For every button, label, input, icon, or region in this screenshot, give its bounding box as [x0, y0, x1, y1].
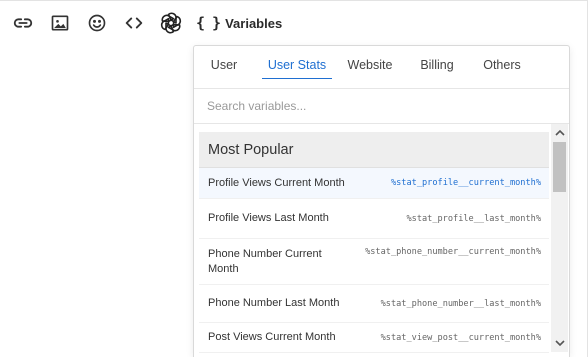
openai-icon	[160, 12, 182, 34]
editor-toolbar: { } Variables	[10, 9, 282, 37]
variable-label: Phone Number Current Month	[208, 247, 322, 275]
variable-code: %stat_profile__last_month%	[406, 213, 541, 224]
variable-label: Profile Views Last Month	[208, 212, 329, 224]
search-box	[194, 88, 569, 124]
tab-others[interactable]: Others	[482, 46, 522, 83]
variable-code: %stat_view_post__current_month%	[380, 332, 541, 343]
scroll-up-button[interactable]	[551, 124, 568, 141]
variables-tabs: User User Stats Website Billing Others	[194, 46, 569, 83]
image-icon	[51, 15, 69, 31]
variable-code: %stat_phone_number__last_month%	[380, 298, 541, 309]
search-input[interactable]	[194, 89, 569, 123]
variable-label: Post Views Current Month	[208, 331, 336, 343]
variable-row[interactable]: Phone Number Last Month %stat_phone_numb…	[199, 285, 549, 323]
tab-user[interactable]: User	[206, 46, 242, 83]
variable-row[interactable]: Profile Views Last Month %stat_profile__…	[199, 199, 549, 239]
variables-label: Variables	[225, 15, 283, 31]
emoji-button[interactable]	[84, 10, 110, 36]
scroll-down-button[interactable]	[551, 335, 568, 352]
variable-label: Profile Views Current Month	[208, 176, 345, 189]
variable-row[interactable]: Profile Views Current Month %stat_profil…	[199, 168, 549, 199]
tab-user-stats[interactable]: User Stats	[262, 46, 332, 83]
variable-code: %stat_phone_number__current_month%	[365, 247, 541, 257]
variable-row[interactable]: Phone Number Current Month %stat_phone_n…	[199, 239, 549, 285]
tab-billing[interactable]: Billing	[418, 46, 456, 83]
image-button[interactable]	[47, 10, 73, 36]
link-button[interactable]	[10, 10, 36, 36]
variables-button[interactable]: { } Variables	[196, 10, 282, 36]
variable-code: %stat_profile__current_month%	[390, 178, 541, 188]
variables-list: Most Popular Profile Views Current Month…	[199, 132, 549, 357]
tab-website[interactable]: Website	[346, 46, 394, 83]
scrollbar-thumb[interactable]	[553, 142, 566, 192]
variable-label: Phone Number Last Month	[208, 297, 340, 309]
link-icon	[13, 18, 33, 28]
section-most-popular: Most Popular	[199, 132, 549, 168]
list-scrollbar[interactable]	[551, 124, 568, 352]
variable-row[interactable]: Post Views Current Month %stat_view_post…	[199, 323, 549, 353]
variables-panel: User User Stats Website Billing Others M…	[193, 45, 570, 357]
top-divider	[0, 0, 588, 1]
chevron-up-icon	[554, 129, 565, 136]
openai-button[interactable]	[158, 10, 184, 36]
braces-icon: { }	[196, 14, 221, 32]
emoji-icon	[88, 14, 106, 32]
chevron-down-icon	[554, 340, 565, 347]
code-icon	[125, 17, 143, 29]
code-button[interactable]	[121, 10, 147, 36]
